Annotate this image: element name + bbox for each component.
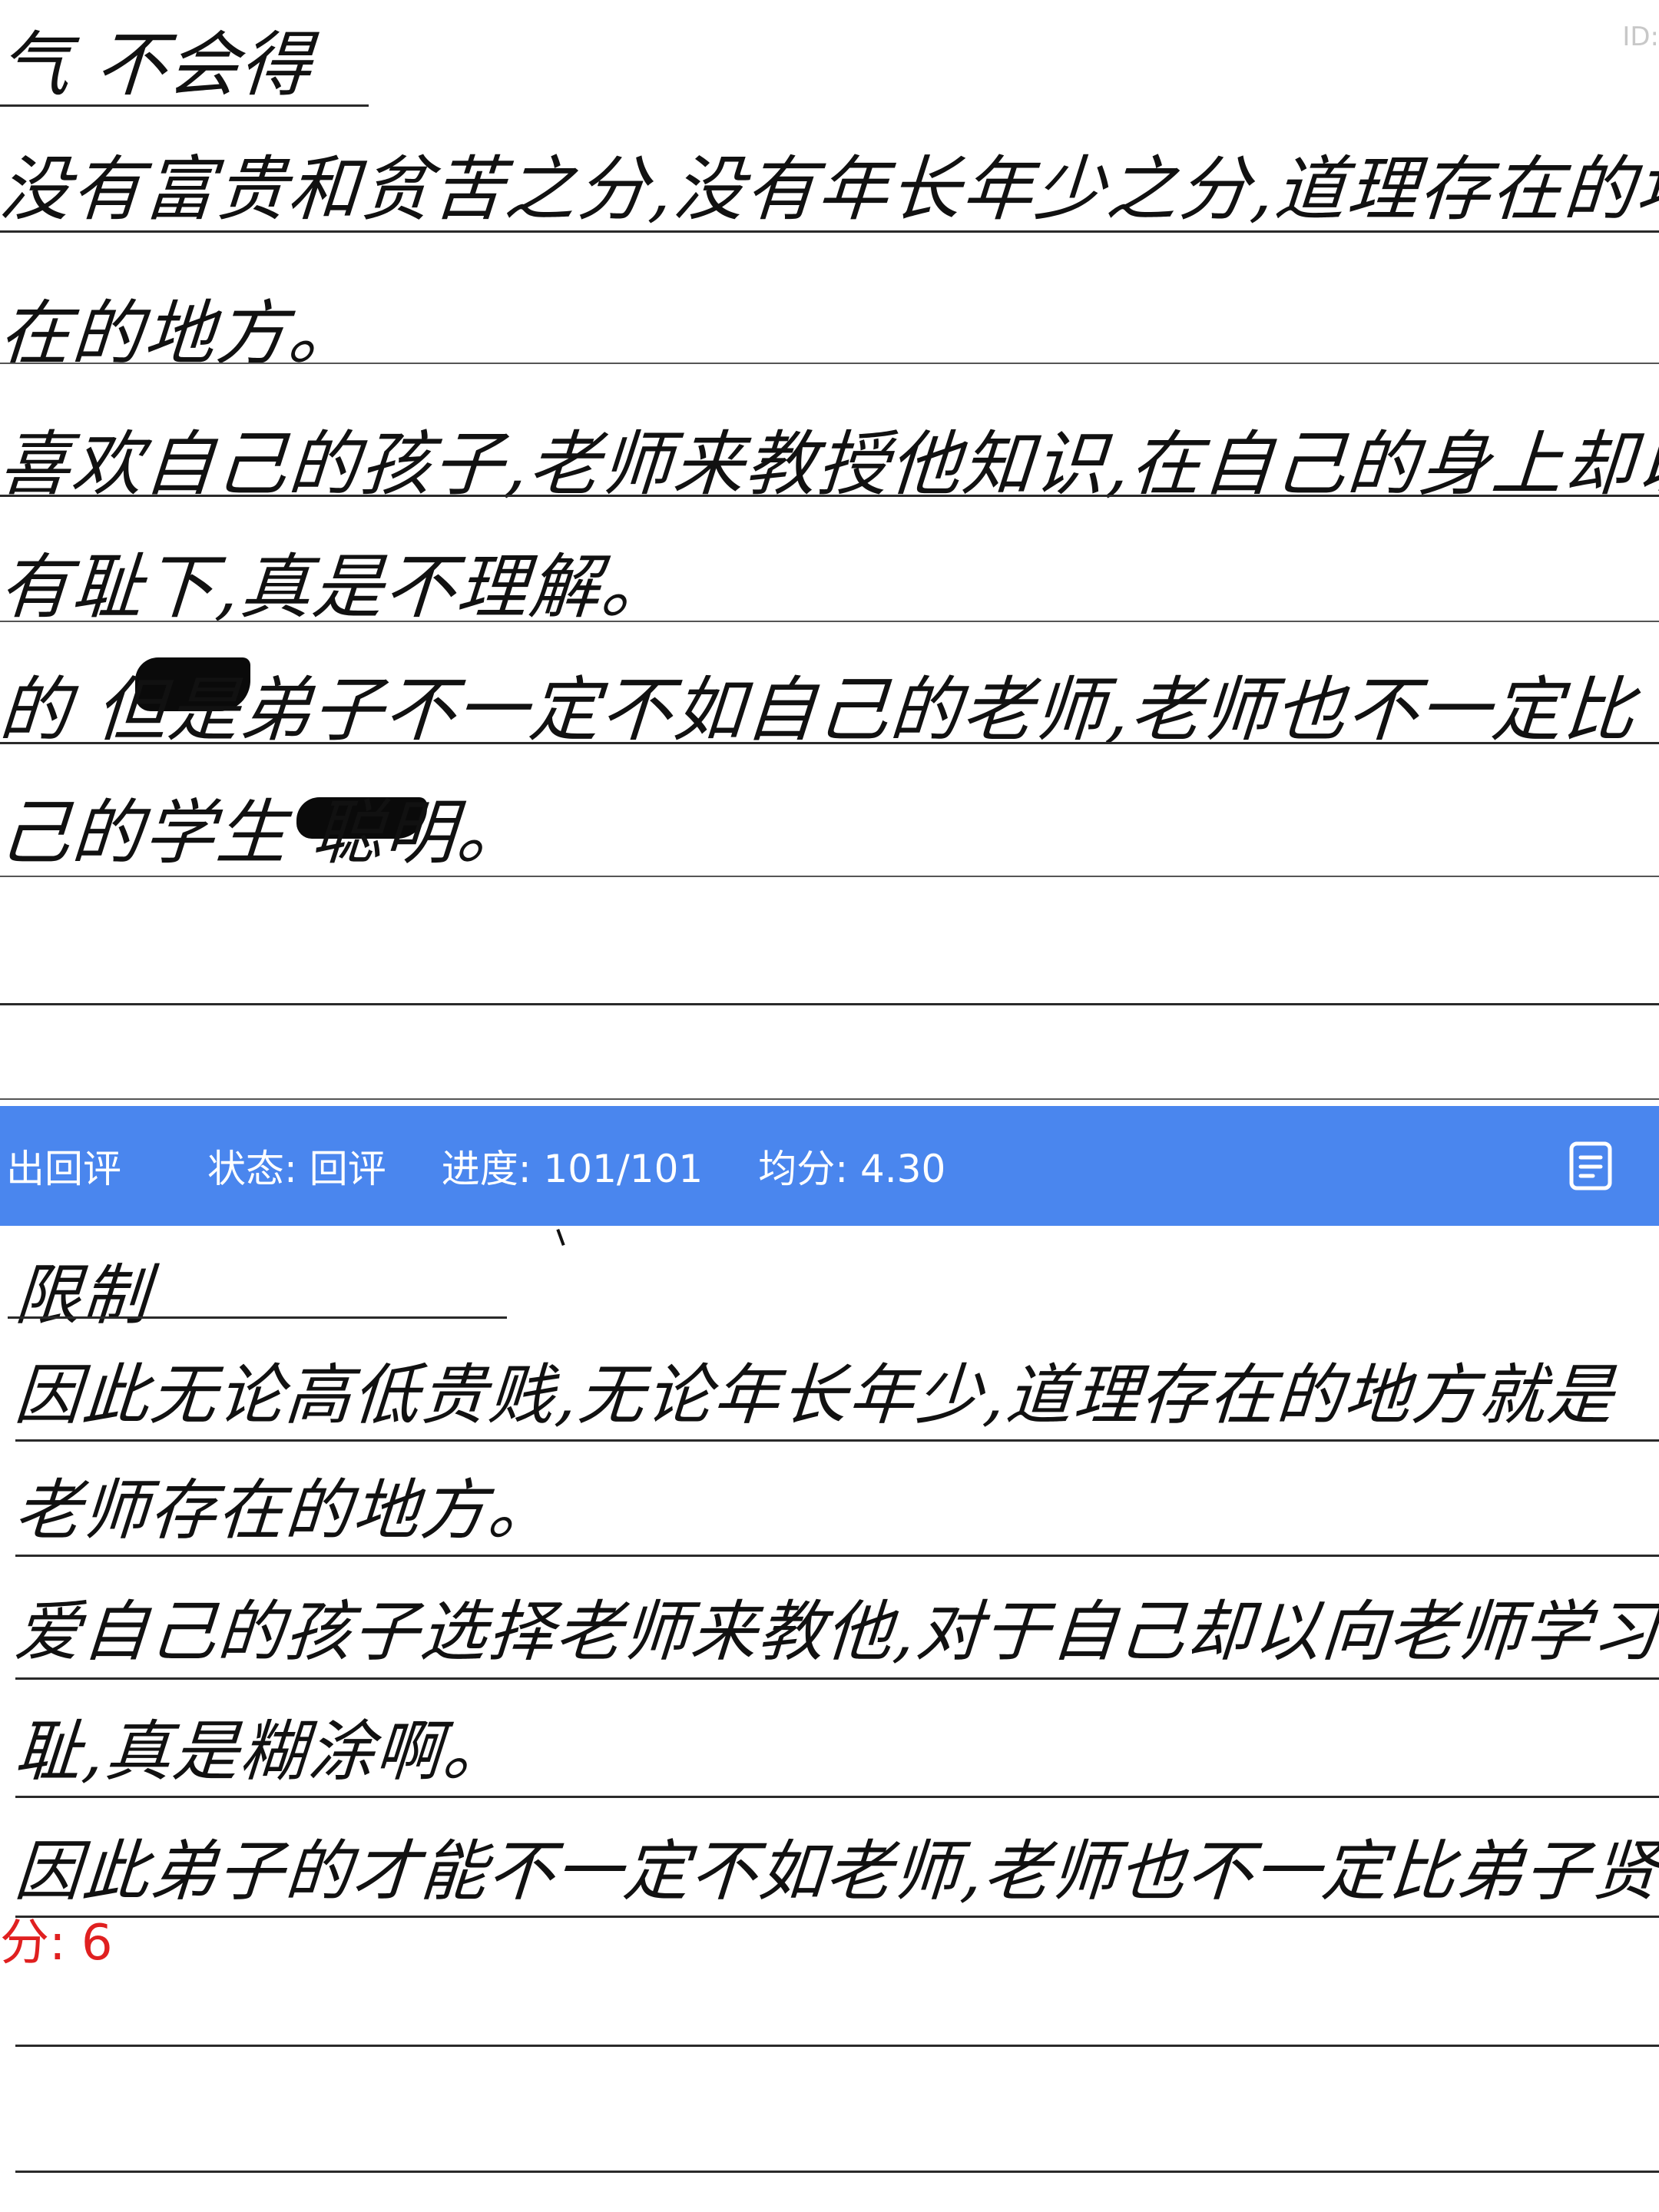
progress-text: 进度: 101/101: [441, 1147, 704, 1191]
rule-line: [15, 1555, 1659, 1557]
handwriting-line-7-wrap: 己的学生 聪明。: [0, 776, 531, 878]
rule-line: [0, 621, 1659, 622]
review-toolbar: 出回评 状态: 回评 进度: 101/101 均分: 4.30: [0, 1106, 1659, 1226]
status-text: 状态: 回评: [207, 1147, 386, 1191]
handwriting-line-7: 己的学生 聪明。: [0, 792, 532, 874]
handwriting-line-1: 气 不会得: [0, 24, 316, 106]
handwriting-line-b5: 耻,真是糊涂啊。: [12, 1714, 514, 1790]
average-score-text: 均分: 4.30: [758, 1147, 946, 1191]
rule-line: [0, 104, 369, 107]
rule-line: [0, 876, 1659, 877]
rule-line: [15, 2045, 1659, 2047]
handwriting-line-b3: 老师存在的地方。: [12, 1472, 558, 1549]
rule-line: [15, 1677, 1659, 1680]
answer-sheet-top: ID: 气 不会得 没有富贵和贫苦之分,没有年长年少之分,道理存在的地方也就是老…: [0, 0, 1659, 1106]
handwriting-line-5: 有耻下,真是不理解。: [0, 546, 677, 628]
rule-line: [15, 1439, 1659, 1442]
rule-line: [8, 1316, 507, 1319]
handwriting-line-2: 没有富贵和贫苦之分,没有年长年少之分,道理存在的地方也就是老: [0, 148, 1659, 230]
handwriting-line-b4: 爱自己的孩子选择老师来教他,对于自己却以向老师学习为: [12, 1594, 1659, 1671]
handwriting-line-b2: 因此无论高低贵贱,无论年长年少,道理存在的地方就是: [12, 1357, 1618, 1434]
answer-sheet-bottom: 限制 因此无论高低贵贱,无论年长年少,道理存在的地方就是 老师存在的地方。 爱自…: [0, 1226, 1659, 2212]
handwriting-line-6-wrap: 的 但是弟子不一定不如自己的老师,老师也不一定比: [0, 653, 1639, 755]
document-button[interactable]: [1567, 1139, 1614, 1193]
rule-line: [15, 1796, 1659, 1798]
rule-line: [0, 363, 1659, 364]
rule-line: [0, 230, 1659, 233]
score-label: 分: 6: [0, 1915, 113, 1972]
toolbar-title: 出回评: [6, 1147, 121, 1191]
rule-line: [0, 495, 1659, 497]
rule-line: [0, 1003, 1659, 1005]
rule-line: [15, 1916, 1659, 1918]
document-icon: [1569, 1141, 1612, 1190]
id-label: ID:: [1622, 22, 1659, 52]
handwriting-line-6: 的 但是弟子不一定不如自己的老师,老师也不一定比: [0, 669, 1639, 751]
handwriting-line-b6: 因此弟子的才能不一定不如老师,老师也不一定比弟子贤能: [12, 1833, 1659, 1910]
rule-line: [0, 1098, 1659, 1100]
handwriting-line-b1: 限制: [12, 1257, 153, 1334]
rule-line: [15, 2171, 1659, 2173]
rule-line: [0, 742, 1659, 744]
